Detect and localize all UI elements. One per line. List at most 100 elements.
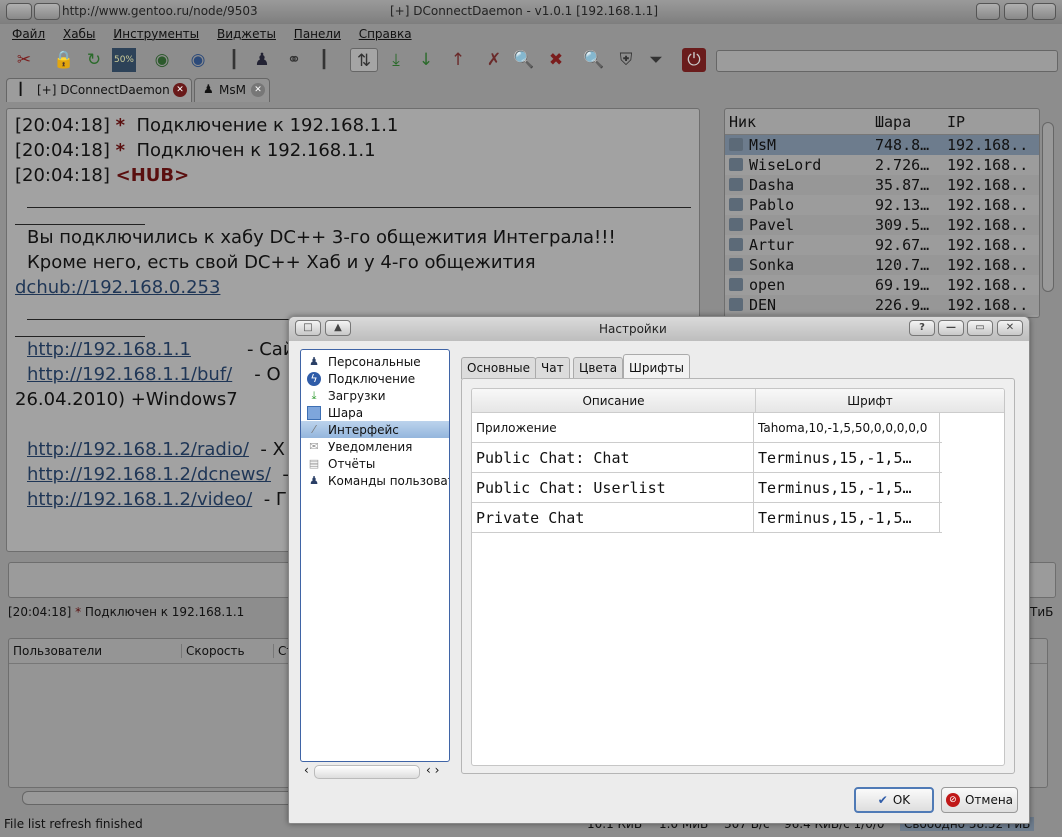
user-row[interactable]: Dasha 35.87… 192.168..	[725, 175, 1039, 195]
refresh-icon[interactable]: ↻	[82, 48, 106, 72]
font-description: Приложение	[472, 413, 754, 442]
nav-personal[interactable]: ♟ Персональные	[301, 353, 449, 370]
font-description: Private Chat	[472, 503, 754, 532]
column-font[interactable]: Шрифт	[756, 389, 984, 412]
help-button[interactable]: ?	[909, 320, 935, 336]
filter-icon[interactable]: ⏷	[644, 48, 668, 72]
font-row[interactable]: Приложение Tahoma,10,-1,5,50,0,0,0,0,0	[472, 413, 942, 443]
nav-share[interactable]: Шара	[301, 404, 449, 421]
ratio-icon[interactable]: 50%	[112, 48, 136, 72]
font-row[interactable]: Public Chat: Chat Terminus,15,-1,5…	[472, 443, 942, 473]
vertical-scrollbar[interactable]	[1040, 108, 1056, 594]
chat-link[interactable]: http://192.168.1.1	[27, 337, 247, 362]
ok-button[interactable]: ✔ OK	[854, 787, 934, 813]
downloads-icon[interactable]: ⤓	[384, 48, 408, 72]
user-client-icon	[729, 298, 743, 311]
nav-horizontal-scrollbar[interactable]: ‹ ‹ ›	[300, 763, 450, 779]
font-row[interactable]: Public Chat: Userlist Terminus,15,-1,5…	[472, 473, 942, 503]
nav-user-commands[interactable]: ♟ Команды пользовате	[301, 472, 449, 489]
dialog-minimize-button[interactable]: —	[938, 320, 964, 336]
cancel-icon: ⊘	[945, 793, 960, 807]
window-menu-button[interactable]	[6, 3, 32, 20]
column-description[interactable]: Описание	[472, 389, 756, 412]
column-ip[interactable]: IP	[947, 113, 1037, 131]
menu-widgets[interactable]: Виджеты	[217, 27, 276, 41]
nav-logs[interactable]: ▤ Отчёты	[301, 455, 449, 472]
tab-msm[interactable]: ♟ MsM ✕	[194, 78, 270, 102]
menu-tools[interactable]: Инструменты	[113, 27, 199, 41]
menu-hubs[interactable]: Хабы	[63, 27, 95, 41]
dialog-close-button[interactable]: ✕	[997, 320, 1023, 336]
chat-link[interactable]: http://192.168.1.2/video/	[27, 489, 252, 510]
quit-icon[interactable]: ⏻	[682, 48, 706, 72]
hub-list-icon[interactable]: ┃	[312, 48, 336, 72]
user-row[interactable]: Artur 92.67… 192.168..	[725, 235, 1039, 255]
user-row[interactable]: Pablo 92.13… 192.168..	[725, 195, 1039, 215]
nav-connection[interactable]: ϟ Подключение	[301, 370, 449, 387]
favorite-users-icon[interactable]: ♟	[250, 48, 274, 72]
tab-general[interactable]: Основные	[461, 357, 537, 379]
window-title: [+] DConnectDaemon - v1.0.1 [192.168.1.1…	[390, 4, 658, 18]
chat-link[interactable]: http://192.168.1.1/buf/	[27, 362, 232, 387]
upload-queue-icon[interactable]: ↑	[446, 48, 470, 72]
tab-dconnectdaemon[interactable]: ┃ [+] DConnectDaemon ✕	[6, 78, 192, 102]
nav-interface[interactable]: ⁄ Интерфейс	[301, 421, 449, 438]
user-row[interactable]: Sonka 120.7… 192.168..	[725, 255, 1039, 275]
user-list[interactable]: Ник Шара IP MsM 748.8… 192.168.. WiseLord 2.…	[724, 108, 1040, 318]
reconnect-icon[interactable]: ◉	[150, 48, 174, 72]
menu-file[interactable]: Файл	[12, 27, 45, 41]
font-value[interactable]: Terminus,15,-1,5…	[754, 503, 940, 532]
window-shade-button[interactable]	[34, 3, 60, 20]
font-row[interactable]: Private Chat Terminus,15,-1,5…	[472, 503, 942, 533]
font-value[interactable]: Terminus,15,-1,5…	[754, 473, 940, 502]
dialog-shade-button[interactable]: ▲	[325, 320, 351, 336]
column-nick[interactable]: Ник	[725, 113, 875, 131]
lock-icon[interactable]: 🔒	[52, 48, 76, 72]
close-tab-icon[interactable]: ✕	[173, 83, 187, 97]
close-icon[interactable]: ✖	[544, 48, 568, 72]
font-value[interactable]: Tahoma,10,-1,5,50,0,0,0,0,0	[754, 413, 940, 442]
tab-chat[interactable]: Чат	[535, 357, 570, 379]
font-value[interactable]: Terminus,15,-1,5…	[754, 443, 940, 472]
dialog-title: Настройки	[599, 322, 667, 336]
fonts-table[interactable]: Описание Шрифт Приложение Tahoma,10,-1,5,…	[471, 388, 1005, 766]
dchub-link[interactable]: dchub://192.168.0.253	[15, 277, 220, 298]
hub-icon[interactable]: ┃	[222, 48, 246, 72]
globe-icon: ϟ	[307, 371, 321, 386]
close-window-button[interactable]	[1032, 3, 1056, 20]
column-share[interactable]: Шара	[875, 113, 947, 131]
menu-panels[interactable]: Панели	[294, 27, 341, 41]
cancel-button[interactable]: ⊘ Отмена	[941, 787, 1018, 813]
user-row[interactable]: Pavel 309.5… 192.168..	[725, 215, 1039, 235]
chat-link[interactable]: http://192.168.1.2/dcnews/	[27, 464, 271, 485]
dialog-menu-button[interactable]: □	[295, 320, 321, 336]
dialog-maximize-button[interactable]: ▭	[967, 320, 993, 336]
column-users[interactable]: Пользователи	[13, 644, 181, 658]
adl-search-icon[interactable]: 🔍	[582, 48, 606, 72]
user-row[interactable]: open 69.19… 192.168..	[725, 275, 1039, 295]
close-tab-icon[interactable]: ✕	[251, 83, 265, 97]
download-queue-icon[interactable]: ↓	[414, 48, 438, 72]
chat-link[interactable]: http://192.168.1.2/radio/	[27, 439, 249, 460]
tab-colors[interactable]: Цвета	[573, 357, 624, 379]
user-row[interactable]: DEN 226.9… 192.168..	[725, 295, 1039, 315]
maximize-button[interactable]	[1004, 3, 1028, 20]
nav-notifications[interactable]: ✉ Уведомления	[301, 438, 449, 455]
clear-icon[interactable]: ✗	[482, 48, 506, 72]
user-client-icon	[729, 138, 743, 151]
last-message: [20:04:18] * Подключен к 192.168.1.1	[8, 605, 245, 619]
user-row[interactable]: WiseLord 2.726… 192.168..	[725, 155, 1039, 175]
settings-icon[interactable]: ✂	[12, 48, 36, 72]
spy-icon[interactable]: 🔍	[512, 48, 536, 72]
menu-help[interactable]: Справка	[359, 27, 412, 41]
search-icon[interactable]: ⚭	[282, 48, 306, 72]
toolbar-search-input[interactable]	[716, 50, 1058, 72]
connect-icon[interactable]: ◉	[186, 48, 210, 72]
tab-fonts[interactable]: Шрифты	[623, 354, 690, 379]
nav-downloads[interactable]: ⤓ Загрузки	[301, 387, 449, 404]
transfer-icon[interactable]: ⇅	[350, 48, 378, 72]
user-row[interactable]: MsM 748.8… 192.168..	[725, 135, 1039, 155]
minimize-button[interactable]	[976, 3, 1000, 20]
column-speed[interactable]: Скорость	[181, 644, 273, 658]
security-icon[interactable]: ⛨	[614, 48, 638, 72]
